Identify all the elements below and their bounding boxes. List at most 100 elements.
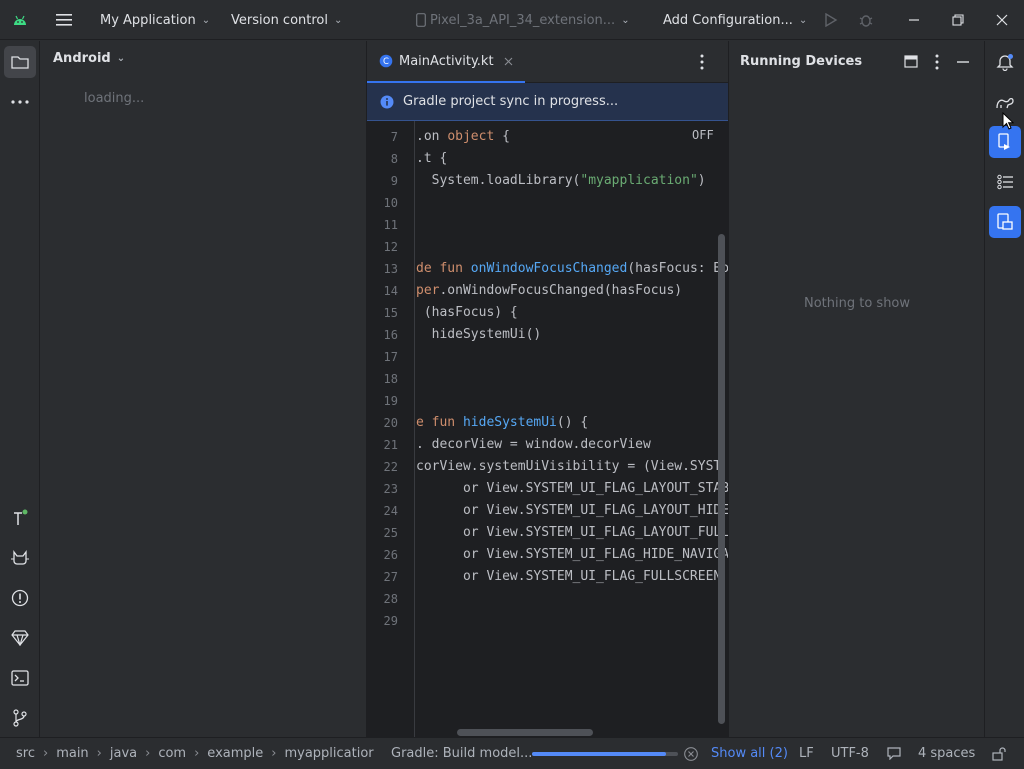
terminal-icon[interactable] — [4, 662, 36, 694]
code-token: fun — [439, 261, 471, 276]
line-number: 29 — [383, 614, 398, 628]
line-number: 24 — [383, 504, 398, 518]
gem-icon[interactable] — [4, 622, 36, 654]
breadcrumb-item[interactable]: src — [16, 746, 35, 761]
mouse-cursor-icon — [1002, 112, 1014, 130]
code-line: per.onWindowFocusChanged(hasFocus) — [416, 280, 682, 302]
vertical-scrollbar[interactable] — [718, 234, 725, 724]
device-selector[interactable]: Pixel_3a_API_34_extension... ⌄ — [416, 0, 630, 40]
tab-label: MainActivity.kt — [399, 53, 494, 69]
chevron-right-icon: › — [42, 746, 49, 761]
version-control-menu[interactable]: Version control ⌄ — [231, 0, 342, 40]
tab-mainactivity[interactable]: C MainActivity.kt — [367, 41, 525, 83]
breadcrumb-item[interactable]: example — [207, 746, 263, 761]
show-all-link[interactable]: Show all (2) — [711, 738, 788, 769]
status-bar: src › main › java › com › example › myapplicatior … — [0, 737, 1024, 768]
breadcrumb-item[interactable]: com — [158, 746, 186, 761]
chevron-down-icon: ⌄ — [798, 14, 808, 26]
code-line: or View.SYSTEM_UI_FLAG_HIDE_NAVIGA — [416, 544, 728, 566]
code-line: hideSystemUi() — [416, 324, 542, 346]
device-manager-icon[interactable] — [989, 206, 1021, 238]
hide-panel-icon[interactable] — [957, 61, 969, 63]
line-number: 10 — [383, 196, 398, 210]
sync-message: Gradle project sync in progress... — [403, 94, 619, 109]
comment-icon[interactable] — [887, 738, 901, 769]
project-name: My Application — [100, 12, 196, 28]
folder-icon[interactable] — [4, 46, 36, 78]
code-area[interactable]: .on object {.t { System.loadLibrary("mya… — [416, 121, 728, 737]
structure-icon[interactable] — [989, 166, 1021, 198]
device-name: Pixel_3a_API_34_extension... — [430, 12, 616, 28]
code-line: de fun onWindowFocusChanged(hasFocus: Bo — [416, 258, 728, 280]
code-line: .t { — [416, 148, 447, 170]
line-number: 28 — [383, 592, 398, 606]
line-number: 8 — [390, 152, 398, 166]
git-branch-icon[interactable] — [4, 702, 36, 734]
line-number: 7 — [390, 130, 398, 144]
svg-text:C: C — [383, 57, 389, 67]
breadcrumb-item[interactable]: main — [56, 746, 88, 761]
line-number: 18 — [383, 372, 398, 386]
version-control-label: Version control — [231, 12, 328, 28]
code-token: ) — [697, 173, 706, 188]
code-line: (hasFocus) { — [416, 302, 518, 324]
window-layout-icon[interactable] — [904, 55, 918, 68]
problems-icon[interactable] — [4, 582, 36, 614]
project-view-selector[interactable]: Android ⌄ — [53, 51, 125, 66]
restore-icon[interactable] — [936, 0, 980, 40]
run-icon[interactable] — [824, 0, 838, 40]
breadcrumb-item[interactable]: myapplicatior — [284, 746, 373, 761]
task-progress-fill — [532, 752, 667, 756]
more-vertical-icon[interactable] — [935, 54, 939, 70]
debug-icon[interactable] — [858, 0, 874, 40]
close-icon[interactable] — [980, 0, 1024, 40]
code-token: .on — [416, 129, 448, 144]
line-number: 23 — [383, 482, 398, 496]
project-view-label: Android — [53, 51, 111, 66]
line-number: 11 — [383, 218, 398, 232]
line-number: 9 — [390, 174, 398, 188]
line-number-gutter: 7 8 9 10 11 12 13 14 15 16 17 18 19 20 21 22 23 24 25 26 27 2… — [367, 121, 415, 737]
build-icon[interactable] — [4, 502, 36, 534]
line-number: 12 — [383, 240, 398, 254]
more-icon[interactable] — [4, 86, 36, 118]
cancel-task-icon[interactable] — [684, 738, 698, 769]
code-token: hideSystemUi() — [416, 327, 542, 342]
project-selector[interactable]: My Application ⌄ — [100, 0, 210, 40]
run-configuration-selector[interactable]: Add Configuration... ⌄ — [663, 0, 807, 40]
code-token: "myapplication" — [580, 173, 698, 188]
indent-widget[interactable]: 4 spaces — [918, 738, 975, 769]
close-icon[interactable] — [504, 57, 513, 66]
code-token: e — [416, 415, 432, 430]
code-token: onWindowFocusChanged — [470, 261, 628, 276]
lock-icon[interactable] — [992, 738, 1006, 769]
line-number: 14 — [383, 284, 398, 298]
encoding-widget[interactable]: UTF-8 — [831, 738, 869, 769]
code-line: .on object { — [416, 126, 510, 148]
notifications-icon[interactable] — [989, 46, 1021, 78]
editor-tab-bar: C MainActivity.kt — [367, 41, 728, 83]
code-token: { — [494, 129, 510, 144]
minimize-icon[interactable] — [892, 0, 936, 40]
horizontal-scrollbar[interactable] — [457, 729, 593, 736]
chevron-down-icon: ⌄ — [116, 53, 126, 64]
title-bar: My Application ⌄ Version control ⌄ Pixel… — [0, 0, 1024, 40]
hamburger-menu-icon[interactable] — [52, 0, 76, 40]
code-line: e fun hideSystemUi() { — [416, 412, 588, 434]
code-token: per — [416, 283, 440, 298]
code-token: .onWindowFocusChanged(hasFocus) — [439, 283, 683, 298]
line-number: 20 — [383, 416, 398, 430]
breadcrumb-item[interactable]: java — [110, 746, 137, 761]
code-token: or View.SYSTEM_UI_FLAG_HIDE_NAVIGA — [416, 547, 728, 562]
running-devices-icon[interactable] — [989, 126, 1021, 158]
code-token: System.loadLibrary( — [416, 173, 581, 188]
phone-icon — [416, 13, 426, 27]
chevron-right-icon: › — [145, 746, 151, 761]
more-vertical-icon[interactable] — [700, 54, 704, 70]
code-token: corView.systemUiVisibility = (View.SYST — [416, 459, 722, 474]
line-separator-widget[interactable]: LF — [799, 738, 814, 769]
logcat-icon[interactable] — [4, 542, 36, 574]
background-task-label[interactable]: Gradle: Build model... — [391, 738, 532, 769]
code-line: or View.SYSTEM_UI_FLAG_LAYOUT_HIDE — [416, 500, 728, 522]
line-number: 19 — [383, 394, 398, 408]
